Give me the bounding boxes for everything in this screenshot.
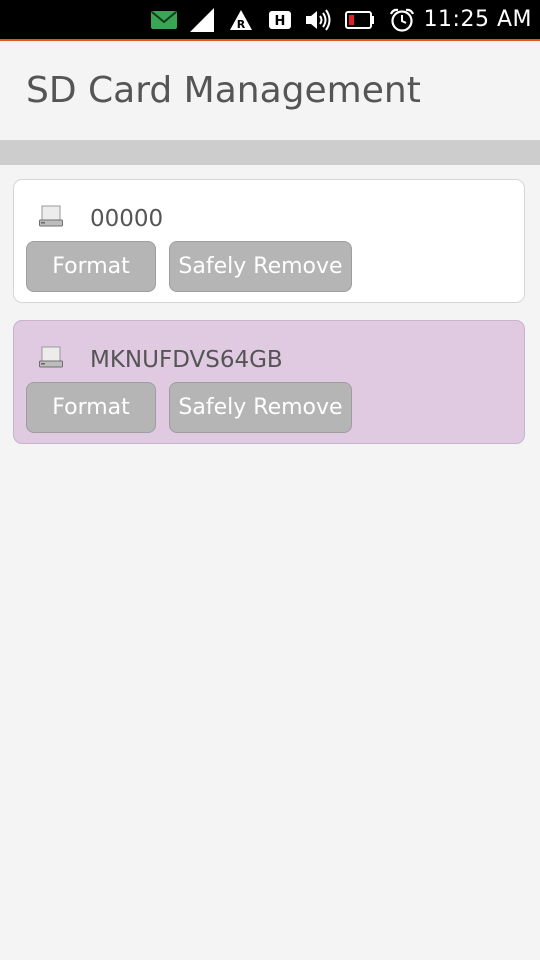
format-button[interactable]: Format — [26, 241, 156, 292]
battery-low-icon — [344, 8, 376, 32]
hspa-icon: H — [268, 8, 292, 32]
status-time: 11:25 AM — [423, 7, 532, 32]
status-bar: R H 11:25 AM — [0, 0, 540, 39]
sd-card-label: 00000 — [90, 206, 164, 232]
alarm-icon — [388, 8, 416, 32]
page-title: SD Card Management — [26, 70, 421, 111]
format-button[interactable]: Format — [26, 382, 156, 433]
sd-card-item[interactable]: 00000 Format Safely Remove — [13, 179, 525, 303]
app-header: SD Card Management — [0, 41, 540, 140]
drive-icon — [38, 345, 64, 369]
header-band — [0, 141, 540, 165]
sd-card-label: MKNUFDVS64GB — [90, 347, 283, 373]
sd-card-item-selected[interactable]: MKNUFDVS64GB Format Safely Remove — [13, 320, 525, 444]
volume-icon[interactable] — [306, 8, 332, 32]
svg-text:H: H — [275, 14, 286, 29]
message-icon[interactable] — [150, 8, 178, 32]
signal-icon — [189, 8, 215, 32]
roaming-icon: R — [229, 8, 253, 32]
safely-remove-button[interactable]: Safely Remove — [169, 382, 352, 433]
drive-icon — [38, 204, 64, 228]
safely-remove-button[interactable]: Safely Remove — [169, 241, 352, 292]
svg-text:R: R — [237, 18, 246, 30]
